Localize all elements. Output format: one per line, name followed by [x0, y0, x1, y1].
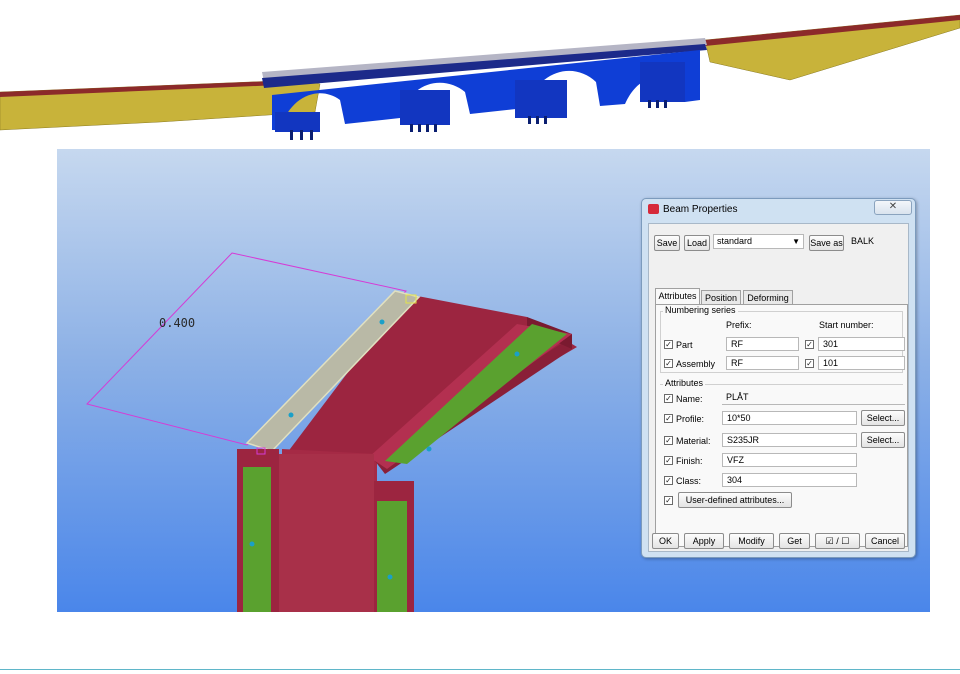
part-start-checkbox[interactable]: ✓ [805, 340, 814, 349]
ok-button[interactable]: OK [652, 533, 679, 549]
save-as-button[interactable]: Save as [809, 235, 844, 251]
start-number-header: Start number: [819, 320, 874, 330]
finish-label: Finish: [676, 456, 703, 466]
preset-value: standard [717, 236, 753, 246]
toggle-all-checkboxes-button[interactable]: ☑ / ☐ [815, 533, 860, 549]
assembly-start-checkbox[interactable]: ✓ [805, 359, 814, 368]
save-as-name-field[interactable]: BALK [847, 235, 904, 249]
dialog-title: Beam Properties [663, 204, 738, 215]
assembly-label: Assembly [676, 359, 716, 369]
beam-properties-dialog: Beam Properties ✕ Save Load standard ▼ S… [641, 198, 916, 558]
part-prefix-field[interactable]: RF [726, 337, 799, 351]
load-button[interactable]: Load [684, 235, 710, 251]
attributes-group-label: Attributes [663, 378, 706, 388]
footer-divider [0, 669, 960, 670]
numbering-series-label: Numbering series [663, 305, 738, 315]
assembly-start-field[interactable]: 101 [818, 356, 905, 370]
profile-field[interactable]: 10*50 [722, 411, 857, 425]
user-defined-attributes-button[interactable]: User-defined attributes... [678, 492, 792, 508]
tab-position[interactable]: Position [701, 290, 741, 305]
prefix-header: Prefix: [726, 320, 752, 330]
part-start-field[interactable]: 301 [818, 337, 905, 351]
material-label: Material: [676, 436, 711, 446]
app-icon [648, 204, 659, 214]
class-checkbox[interactable]: ✓ [664, 476, 673, 485]
user-defined-checkbox[interactable]: ✓ [664, 496, 673, 505]
close-button[interactable]: ✕ [874, 200, 912, 215]
profile-label: Profile: [676, 414, 705, 424]
profile-checkbox[interactable]: ✓ [664, 414, 673, 423]
apply-button[interactable]: Apply [684, 533, 724, 549]
dimension-label: 0.400 [159, 316, 196, 330]
material-checkbox[interactable]: ✓ [664, 436, 673, 445]
name-field[interactable]: PLÅT [722, 391, 905, 405]
preset-dropdown[interactable]: standard ▼ [713, 234, 804, 249]
finish-checkbox[interactable]: ✓ [664, 456, 673, 465]
tab-attributes[interactable]: Attributes [655, 288, 700, 305]
modify-button[interactable]: Modify [729, 533, 774, 549]
material-field[interactable]: S235JR [722, 433, 857, 447]
part-checkbox[interactable]: ✓ [664, 340, 673, 349]
assembly-checkbox[interactable]: ✓ [664, 359, 673, 368]
class-field[interactable]: 304 [722, 473, 857, 487]
name-label: Name: [676, 394, 703, 404]
save-button[interactable]: Save [654, 235, 680, 251]
attributes-tab-panel: Numbering series Prefix: Start number: ✓… [655, 304, 908, 547]
part-label: Part [676, 340, 693, 350]
tab-deforming[interactable]: Deforming [743, 290, 793, 305]
bridge-model-render [0, 14, 960, 140]
cancel-button[interactable]: Cancel [865, 533, 905, 549]
finish-field[interactable]: VFZ [722, 453, 857, 467]
dialog-titlebar[interactable]: Beam Properties ✕ [642, 199, 915, 219]
assembly-prefix-field[interactable]: RF [726, 356, 799, 370]
name-checkbox[interactable]: ✓ [664, 394, 673, 403]
dialog-body: Save Load standard ▼ Save as BALK Attrib… [648, 223, 909, 552]
profile-select-button[interactable]: Select... [861, 410, 905, 426]
chevron-down-icon: ▼ [792, 237, 800, 246]
get-button[interactable]: Get [779, 533, 810, 549]
material-select-button[interactable]: Select... [861, 432, 905, 448]
class-label: Class: [676, 476, 702, 486]
